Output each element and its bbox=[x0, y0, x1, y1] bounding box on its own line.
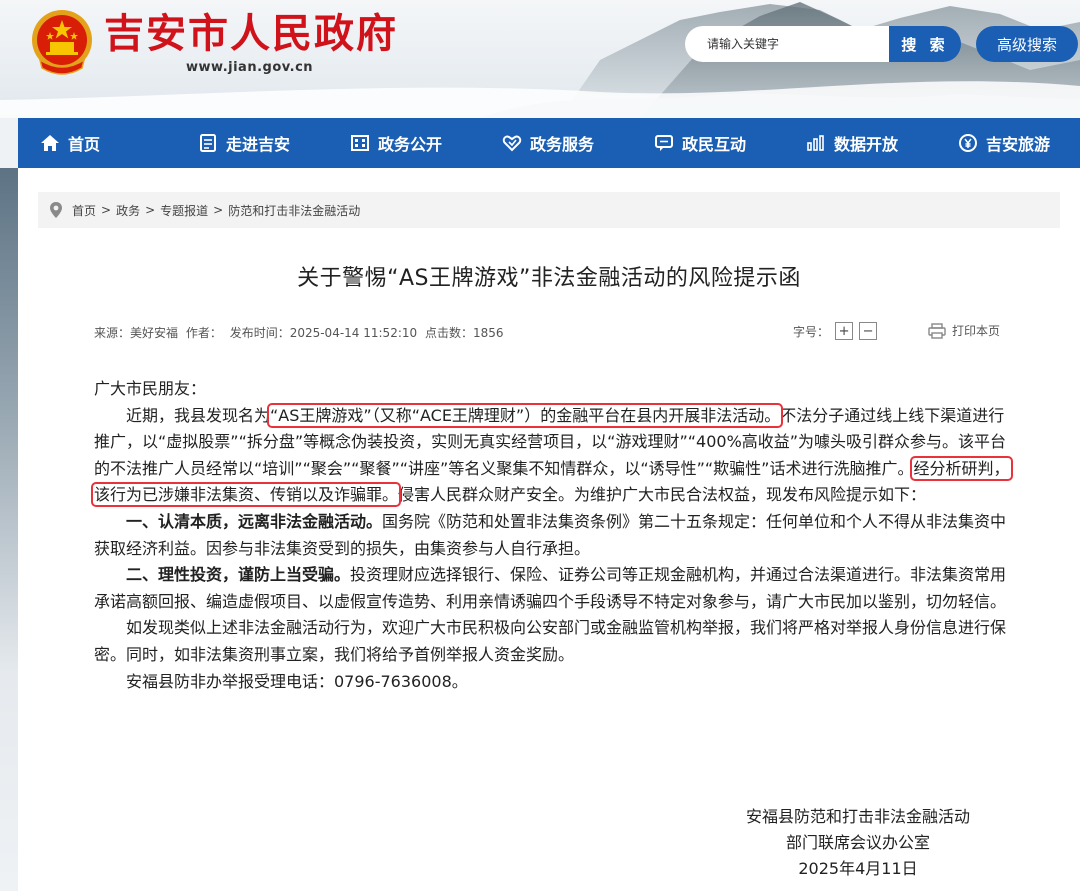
paragraph-1: 近期，我县发现名为“AS王牌游戏”（又称“ACE王牌理财”）的金融平台在县内开展… bbox=[91, 402, 1013, 509]
breadcrumb-home[interactable]: 首页 bbox=[72, 202, 96, 219]
breadcrumb: 首页 > 政务 > 专题报道 > 防范和打击非法金融活动 bbox=[38, 192, 1060, 228]
font-size-label: 字号： bbox=[793, 324, 830, 339]
breadcrumb-separator: > bbox=[213, 203, 224, 217]
highlight-platform-name: “AS王牌游戏”（又称“ACE王牌理财”）的金融平台在县内开展非法活动。 bbox=[267, 402, 784, 428]
font-decrease-button[interactable]: − bbox=[859, 322, 878, 340]
p3-heading: 二、理性投资，谨防上当受骗。 bbox=[126, 565, 351, 585]
paragraph-4: 如发现类似上述非法金融活动行为，欢迎广大市民积极向公安部门或金融监管机构举报，我… bbox=[94, 618, 1007, 664]
print-page-link[interactable]: 打印本页 bbox=[928, 322, 1000, 339]
sign-date: 2025年4月11日 bbox=[798, 859, 918, 878]
nav-item-label: 首页 bbox=[68, 135, 101, 154]
nav-item-tourism[interactable]: 吉安旅游 bbox=[928, 118, 1080, 168]
nav-item-label: 政民互动 bbox=[681, 135, 746, 154]
building-icon bbox=[350, 133, 370, 153]
breadcrumb-separator: > bbox=[101, 203, 112, 217]
nav-item-about-jian[interactable]: 走进吉安 bbox=[168, 118, 320, 168]
meta-author: 作者： bbox=[185, 326, 222, 340]
book-icon bbox=[198, 133, 218, 153]
location-pin-icon bbox=[50, 202, 62, 218]
chat-icon bbox=[654, 133, 674, 153]
nav-item-gov-service[interactable]: 政务服务 bbox=[472, 118, 624, 168]
search-input[interactable] bbox=[685, 26, 891, 62]
meta-published: 发布时间：2025-04-14 11:52:10 bbox=[229, 326, 418, 340]
meta-source: 来源：美好安福 bbox=[94, 326, 179, 340]
site-title[interactable]: 吉安市人民政府 bbox=[104, 6, 398, 62]
article-title: 关于警惕“AS王牌游戏”非法金融活动的风险提示函 bbox=[297, 266, 801, 291]
font-increase-button[interactable]: + bbox=[835, 322, 854, 340]
yen-circle-icon bbox=[958, 133, 978, 153]
p1-tail: 侵害人民群众财产安全。为维护广大市民合法权益，现发布风险提示如下： bbox=[398, 485, 927, 505]
main-nav: 首页 走进吉安 政务公开 政务服务 政民互动 数据开放 吉安旅游 bbox=[18, 118, 1080, 168]
breadcrumb-current[interactable]: 防范和打击非法金融活动 bbox=[228, 202, 360, 219]
site-header: 吉安市人民政府 www.jian.gov.cn 搜 索 高级搜索 bbox=[0, 0, 1080, 118]
side-decoration bbox=[0, 168, 18, 891]
paragraph-3: 二、理性投资，谨防上当受骗。投资理财应选择银行、保险、证券公司等正规金融机构，并… bbox=[94, 562, 1012, 615]
paragraph-5-hotline: 安福县防非办举报受理电话：0796-7636008。 bbox=[126, 671, 468, 691]
greeting: 广大市民朋友： bbox=[94, 379, 207, 398]
national-emblem-logo bbox=[32, 10, 92, 75]
breadcrumb-special-report[interactable]: 专题报道 bbox=[160, 202, 208, 219]
breadcrumb-separator: > bbox=[145, 203, 156, 217]
nav-item-label: 数据开放 bbox=[833, 135, 898, 154]
p1-lead: 近期，我县发现名为 bbox=[126, 405, 271, 425]
nav-item-label: 政务服务 bbox=[529, 135, 594, 154]
article-signature: 安福县防范和打击非法金融活动 部门联席会议办公室 2025年4月11日 bbox=[708, 804, 1008, 882]
paragraph-2: 一、认清本质，远离非法金融活动。国务院《防范和处置非法集资条例》第二十五条规定：… bbox=[94, 509, 1012, 562]
search-button[interactable]: 搜 索 bbox=[889, 26, 961, 62]
font-size-control: 字号： + − bbox=[793, 322, 878, 340]
nav-item-gov-affairs[interactable]: 政务公开 bbox=[320, 118, 472, 168]
article-body: 广大市民朋友： 近期，我县发现名为“AS王牌游戏”（又称“ACE王牌理财”）的金… bbox=[91, 376, 1013, 695]
home-icon bbox=[40, 133, 60, 153]
article-container: 首页 > 政务 > 专题报道 > 防范和打击非法金融活动 关于警惕“AS王牌游戏… bbox=[18, 168, 1080, 891]
nav-item-label: 吉安旅游 bbox=[985, 135, 1050, 154]
p2-heading: 一、认清本质，远离非法金融活动。 bbox=[126, 511, 383, 531]
sign-org-line2: 部门联席会议办公室 bbox=[785, 833, 930, 852]
printer-icon bbox=[928, 322, 946, 339]
nav-item-label: 政务公开 bbox=[377, 135, 442, 154]
nav-item-home[interactable]: 首页 bbox=[18, 118, 168, 168]
print-label: 打印本页 bbox=[952, 324, 1001, 338]
nav-item-interaction[interactable]: 政民互动 bbox=[624, 118, 776, 168]
sign-org-line1: 安福县防范和打击非法金融活动 bbox=[745, 807, 970, 826]
advanced-search-button[interactable]: 高级搜索 bbox=[976, 26, 1078, 62]
nav-item-label: 走进吉安 bbox=[225, 135, 290, 154]
site-url: www.jian.gov.cn bbox=[186, 60, 314, 75]
heart-icon bbox=[502, 133, 522, 153]
bar-chart-icon bbox=[806, 133, 826, 153]
meta-clicks: 点击数：1856 bbox=[424, 326, 504, 340]
breadcrumb-gov[interactable]: 政务 bbox=[116, 202, 140, 219]
nav-item-open-data[interactable]: 数据开放 bbox=[776, 118, 928, 168]
article-meta: 来源：美好安福 作者： 发布时间：2025-04-14 11:52:10 点击数… bbox=[94, 324, 508, 341]
